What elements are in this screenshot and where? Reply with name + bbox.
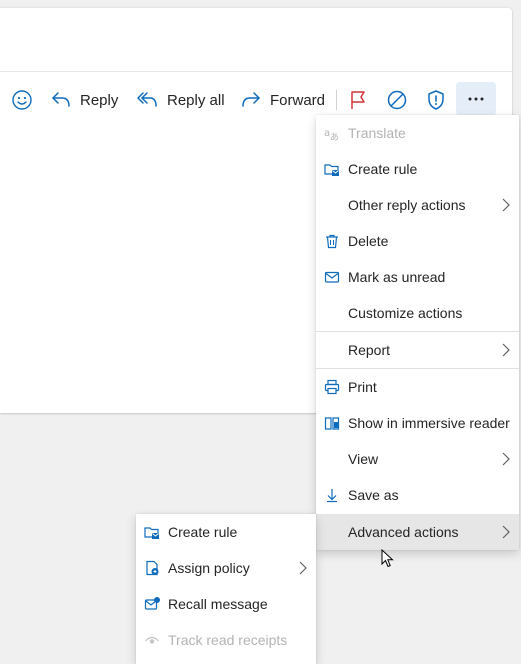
submenu-item-create-rule[interactable]: Create rule	[136, 514, 316, 550]
reply-button[interactable]: Reply	[50, 86, 118, 114]
message-header	[0, 8, 512, 72]
submenu-item-track-read-receipts[interactable]: Track read receipts	[136, 622, 316, 658]
menu-item-customize-actions[interactable]: Customize actions	[316, 295, 519, 331]
trash-icon	[326, 234, 338, 249]
chevron-right-icon	[502, 198, 510, 212]
menu-item-advanced-actions[interactable]: Advanced actions	[316, 514, 519, 550]
more-actions-menu: a あ Translate Create rule Other reply ac…	[316, 115, 519, 550]
reply-icon	[52, 92, 70, 107]
reply-all-button[interactable]: Reply all	[135, 86, 225, 114]
advanced-actions-submenu: Create rule Assign policy Recall message…	[136, 514, 316, 664]
shield-icon	[428, 90, 444, 110]
more-actions-button[interactable]	[456, 82, 496, 116]
chevron-right-icon	[502, 343, 510, 357]
reply-label: Reply	[80, 91, 119, 109]
create-rule-icon	[324, 164, 339, 176]
svg-text:あ: あ	[330, 132, 339, 141]
message-toolbar: Reply Reply all Forward	[0, 80, 512, 120]
smiley-icon	[12, 90, 32, 110]
block-button[interactable]	[386, 86, 408, 114]
menu-item-mark-as-unread[interactable]: Mark as unread	[316, 259, 519, 295]
immersive-reader-icon	[324, 417, 340, 430]
reply-all-icon	[137, 92, 157, 107]
recall-message-icon	[144, 597, 160, 610]
toolbar-divider	[336, 90, 337, 110]
menu-item-view[interactable]: View	[316, 441, 519, 477]
submenu-item-recall-message[interactable]: Recall message	[136, 586, 316, 622]
menu-item-immersive-reader[interactable]: Show in immersive reader	[316, 405, 519, 441]
submenu-item-assign-policy[interactable]: Assign policy	[136, 550, 316, 586]
reply-all-label: Reply all	[167, 91, 225, 109]
chevron-right-icon	[502, 525, 510, 539]
emoji-reaction-button[interactable]	[11, 86, 33, 114]
menu-item-save-as[interactable]: Save as	[316, 477, 519, 513]
menu-item-other-reply-actions[interactable]: Other reply actions	[316, 187, 519, 223]
eye-icon	[145, 636, 159, 644]
download-icon	[327, 489, 337, 503]
forward-button[interactable]: Forward	[240, 86, 325, 114]
assign-policy-icon	[146, 560, 159, 576]
translate-icon: a あ	[324, 128, 339, 141]
envelope-icon	[324, 271, 340, 283]
printer-icon	[324, 379, 340, 395]
mouse-cursor-icon	[381, 549, 394, 568]
more-horizontal-icon	[468, 97, 484, 101]
menu-item-report[interactable]: Report	[316, 332, 519, 368]
menu-item-print[interactable]: Print	[316, 369, 519, 405]
flag-button[interactable]	[347, 86, 369, 114]
forward-icon	[242, 92, 260, 107]
menu-item-delete[interactable]: Delete	[316, 223, 519, 259]
block-icon	[387, 90, 407, 110]
create-rule-icon	[144, 527, 159, 539]
chevron-right-icon	[502, 452, 510, 466]
flag-icon	[351, 91, 365, 109]
report-phishing-button[interactable]	[425, 86, 447, 114]
forward-label: Forward	[270, 91, 326, 109]
chevron-right-icon	[299, 561, 307, 575]
menu-item-translate[interactable]: a あ Translate	[316, 115, 519, 151]
menu-item-create-rule[interactable]: Create rule	[316, 151, 519, 187]
